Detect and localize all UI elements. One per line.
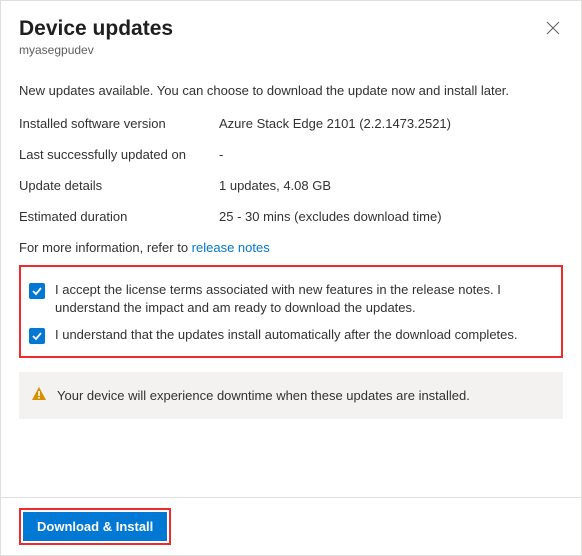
checkmark-icon: [31, 285, 43, 297]
panel-footer: Download & Install: [1, 497, 581, 555]
row-installed-version: Installed software version Azure Stack E…: [19, 116, 563, 131]
more-info-line: For more information, refer to release n…: [19, 240, 563, 255]
last-updated-label: Last successfully updated on: [19, 147, 219, 162]
panel-body: New updates available. You can choose to…: [1, 67, 581, 419]
row-update-details: Update details 1 updates, 4.08 GB: [19, 178, 563, 193]
warning-banner: Your device will experience downtime whe…: [19, 372, 563, 419]
checkmark-icon: [31, 330, 43, 342]
checkbox-row-autoinstall: I understand that the updates install au…: [27, 326, 553, 344]
device-name: myasegpudev: [19, 43, 563, 57]
more-info-prefix: For more information, refer to: [19, 240, 192, 255]
close-icon: [546, 21, 560, 38]
estimated-duration-label: Estimated duration: [19, 209, 219, 224]
installed-version-value: Azure Stack Edge 2101 (2.2.1473.2521): [219, 116, 563, 131]
accept-license-label: I accept the license terms associated wi…: [55, 281, 553, 316]
intro-text: New updates available. You can choose to…: [19, 83, 563, 98]
release-notes-link[interactable]: release notes: [192, 240, 270, 255]
update-details-label: Update details: [19, 178, 219, 193]
warning-text: Your device will experience downtime whe…: [57, 388, 470, 403]
warning-icon: [31, 386, 47, 405]
device-updates-panel: Device updates myasegpudev New updates a…: [0, 0, 582, 556]
checkbox-row-license: I accept the license terms associated wi…: [27, 281, 553, 316]
panel-header: Device updates myasegpudev: [1, 1, 581, 67]
last-updated-value: -: [219, 147, 563, 162]
installed-version-label: Installed software version: [19, 116, 219, 131]
row-last-updated: Last successfully updated on -: [19, 147, 563, 162]
auto-install-label: I understand that the updates install au…: [55, 326, 518, 344]
consent-section: I accept the license terms associated wi…: [19, 265, 563, 358]
estimated-duration-value: 25 - 30 mins (excludes download time): [219, 209, 563, 224]
row-estimated-duration: Estimated duration 25 - 30 mins (exclude…: [19, 209, 563, 224]
panel-title: Device updates: [19, 17, 563, 41]
accept-license-checkbox[interactable]: [29, 283, 45, 299]
auto-install-checkbox[interactable]: [29, 328, 45, 344]
update-details-value: 1 updates, 4.08 GB: [219, 178, 563, 193]
download-install-button[interactable]: Download & Install: [23, 512, 167, 541]
button-highlight: Download & Install: [19, 508, 171, 545]
close-button[interactable]: [539, 15, 567, 43]
